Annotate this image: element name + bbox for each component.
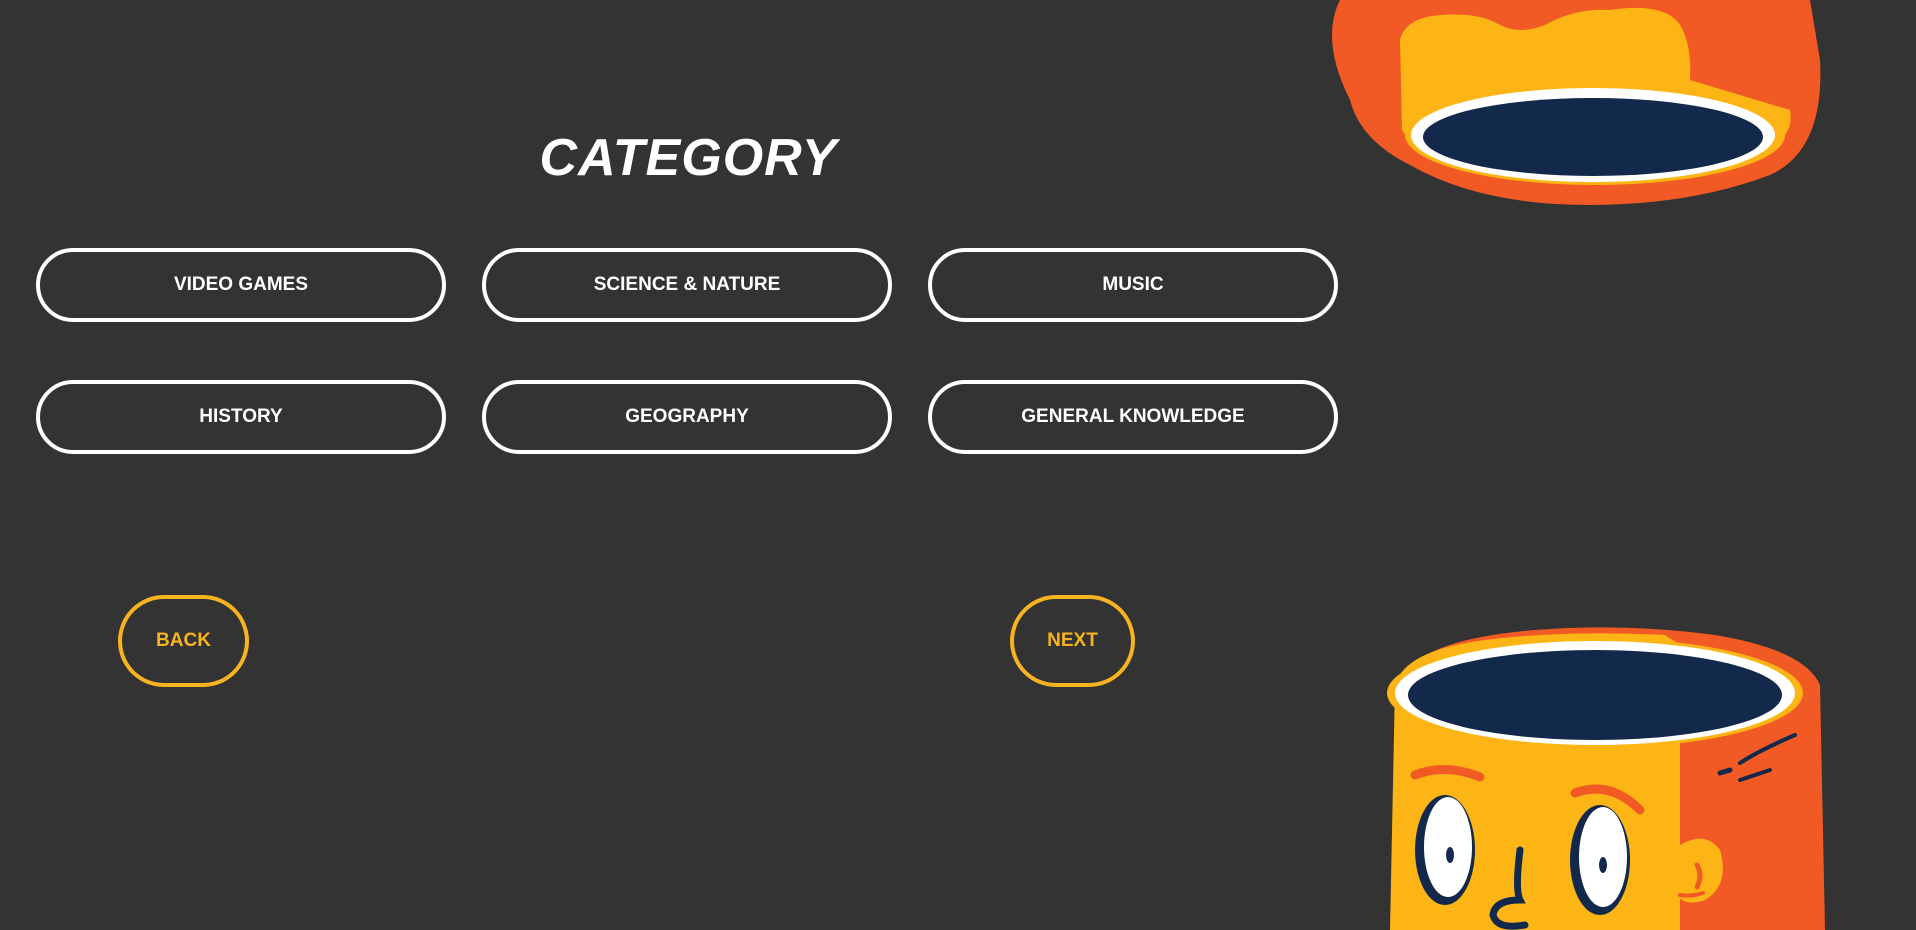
back-button[interactable]: BACK <box>118 595 249 687</box>
next-button[interactable]: NEXT <box>1010 595 1135 687</box>
category-geography-button[interactable]: GEOGRAPHY <box>482 380 892 454</box>
category-music-button[interactable]: MUSIC <box>928 248 1338 322</box>
category-video-games-button[interactable]: VIDEO GAMES <box>36 248 446 322</box>
page-title: CATEGORY <box>539 129 838 187</box>
cup-face-illustration <box>1387 627 1825 930</box>
cup-top-illustration <box>1332 0 1821 205</box>
category-history-button[interactable]: HISTORY <box>36 380 446 454</box>
category-science-nature-button[interactable]: SCIENCE & NATURE <box>482 248 892 322</box>
category-screen: CATEGORY VIDEO GAMES SCIENCE & NATURE MU… <box>0 0 1916 930</box>
category-general-knowledge-button[interactable]: GENERAL KNOWLEDGE <box>928 380 1338 454</box>
